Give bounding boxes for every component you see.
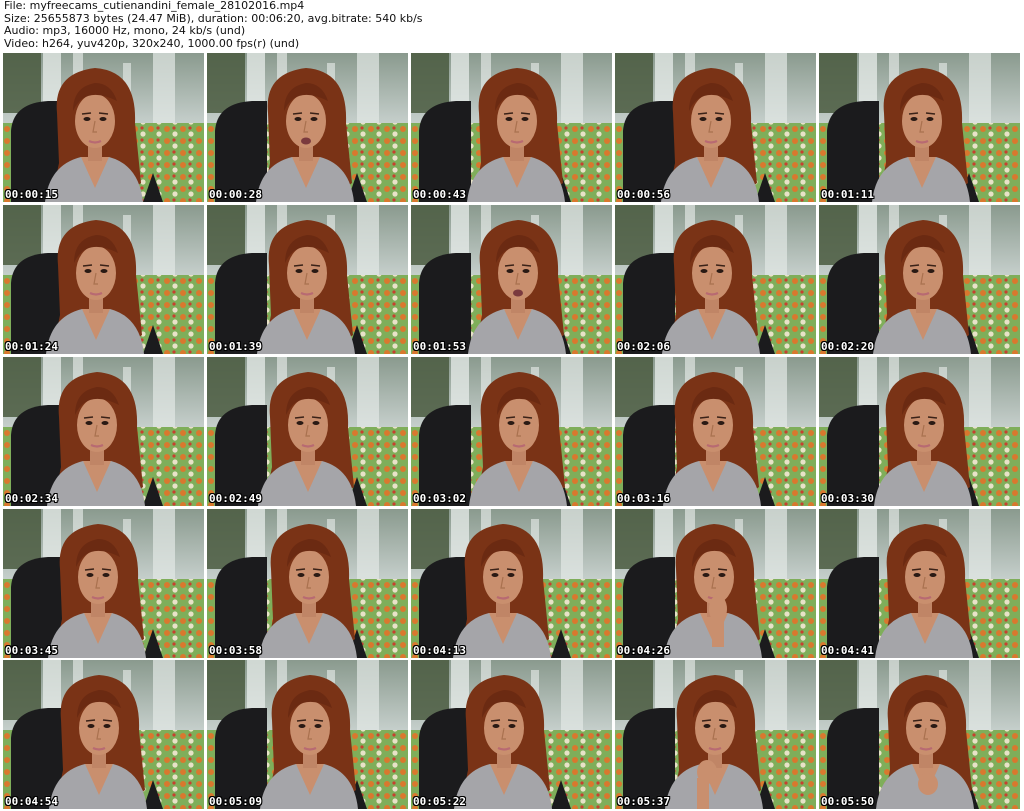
frame-timestamp: 00:05:37 bbox=[617, 795, 670, 808]
frame-timestamp: 00:00:56 bbox=[617, 188, 670, 201]
video-thumbnail: 00:03:30 bbox=[819, 357, 1020, 506]
video-thumbnail: 00:04:41 bbox=[819, 509, 1020, 658]
video-thumbnail: 00:00:28 bbox=[207, 53, 408, 202]
frame-timestamp: 00:01:24 bbox=[5, 340, 58, 353]
video-thumbnail: 00:03:58 bbox=[207, 509, 408, 658]
video-frame-image bbox=[3, 53, 204, 202]
video-thumbnail: 00:04:54 bbox=[3, 660, 204, 809]
video-thumbnail: 00:05:37 bbox=[615, 660, 816, 809]
video-thumbnail: 00:00:15 bbox=[3, 53, 204, 202]
frame-timestamp: 00:03:58 bbox=[209, 644, 262, 657]
video-thumbnail: 00:03:16 bbox=[615, 357, 816, 506]
video-frame-image bbox=[3, 357, 204, 506]
video-frame-image bbox=[819, 660, 1020, 809]
frame-timestamp: 00:05:50 bbox=[821, 795, 874, 808]
video-frame-image bbox=[615, 357, 816, 506]
video-frame-image bbox=[411, 660, 612, 809]
video-frame-image bbox=[615, 660, 816, 809]
frame-timestamp: 00:03:45 bbox=[5, 644, 58, 657]
video-frame-image bbox=[207, 509, 408, 658]
video-thumbnail: 00:04:13 bbox=[411, 509, 612, 658]
video-frame-image bbox=[3, 660, 204, 809]
frame-timestamp: 00:05:09 bbox=[209, 795, 262, 808]
video-thumbnail: 00:05:50 bbox=[819, 660, 1020, 809]
video-thumbnail: 00:05:09 bbox=[207, 660, 408, 809]
frame-timestamp: 00:03:02 bbox=[413, 492, 466, 505]
video-frame-image bbox=[207, 205, 408, 354]
video-thumbnail: 00:02:06 bbox=[615, 205, 816, 354]
video-frame-image bbox=[207, 660, 408, 809]
frame-timestamp: 00:00:43 bbox=[413, 188, 466, 201]
frame-timestamp: 00:01:11 bbox=[821, 188, 874, 201]
frame-timestamp: 00:00:28 bbox=[209, 188, 262, 201]
video-thumbnail: 00:02:49 bbox=[207, 357, 408, 506]
frame-timestamp: 00:04:41 bbox=[821, 644, 874, 657]
thumbnail-grid: 00:00:15 00:00:28 00:00:43 00:00:56 00:0… bbox=[0, 0, 1024, 811]
frame-timestamp: 00:00:15 bbox=[5, 188, 58, 201]
frame-timestamp: 00:01:53 bbox=[413, 340, 466, 353]
video-frame-image bbox=[411, 357, 612, 506]
video-thumbnail: 00:00:43 bbox=[411, 53, 612, 202]
video-frame-image bbox=[615, 205, 816, 354]
frame-timestamp: 00:04:26 bbox=[617, 644, 670, 657]
frame-timestamp: 00:02:34 bbox=[5, 492, 58, 505]
video-frame-image bbox=[411, 53, 612, 202]
frame-timestamp: 00:02:20 bbox=[821, 340, 874, 353]
video-thumbnail: 00:03:45 bbox=[3, 509, 204, 658]
video-thumbnail: 00:00:56 bbox=[615, 53, 816, 202]
video-thumbnail: 00:01:24 bbox=[3, 205, 204, 354]
frame-timestamp: 00:04:13 bbox=[413, 644, 466, 657]
video-frame-image bbox=[615, 53, 816, 202]
frame-timestamp: 00:01:39 bbox=[209, 340, 262, 353]
video-frame-image bbox=[207, 357, 408, 506]
frame-timestamp: 00:03:16 bbox=[617, 492, 670, 505]
video-thumbnail: 00:01:39 bbox=[207, 205, 408, 354]
frame-timestamp: 00:04:54 bbox=[5, 795, 58, 808]
video-thumbnail: 00:05:22 bbox=[411, 660, 612, 809]
video-thumbnail: 00:03:02 bbox=[411, 357, 612, 506]
video-frame-image bbox=[3, 509, 204, 658]
video-frame-image bbox=[819, 205, 1020, 354]
frame-timestamp: 00:03:30 bbox=[821, 492, 874, 505]
video-thumbnail: 00:02:34 bbox=[3, 357, 204, 506]
video-frame-image bbox=[207, 53, 408, 202]
video-frame-image bbox=[3, 205, 204, 354]
frame-timestamp: 00:05:22 bbox=[413, 795, 466, 808]
video-frame-image bbox=[819, 357, 1020, 506]
frame-timestamp: 00:02:49 bbox=[209, 492, 262, 505]
video-frame-image bbox=[411, 509, 612, 658]
video-thumbnail: 00:02:20 bbox=[819, 205, 1020, 354]
video-frame-image bbox=[615, 509, 816, 658]
video-thumbnail: 00:01:53 bbox=[411, 205, 612, 354]
video-frame-image bbox=[411, 205, 612, 354]
video-thumbnail: 00:04:26 bbox=[615, 509, 816, 658]
video-frame-image bbox=[819, 53, 1020, 202]
frame-timestamp: 00:02:06 bbox=[617, 340, 670, 353]
video-frame-image bbox=[819, 509, 1020, 658]
video-thumbnail: 00:01:11 bbox=[819, 53, 1020, 202]
